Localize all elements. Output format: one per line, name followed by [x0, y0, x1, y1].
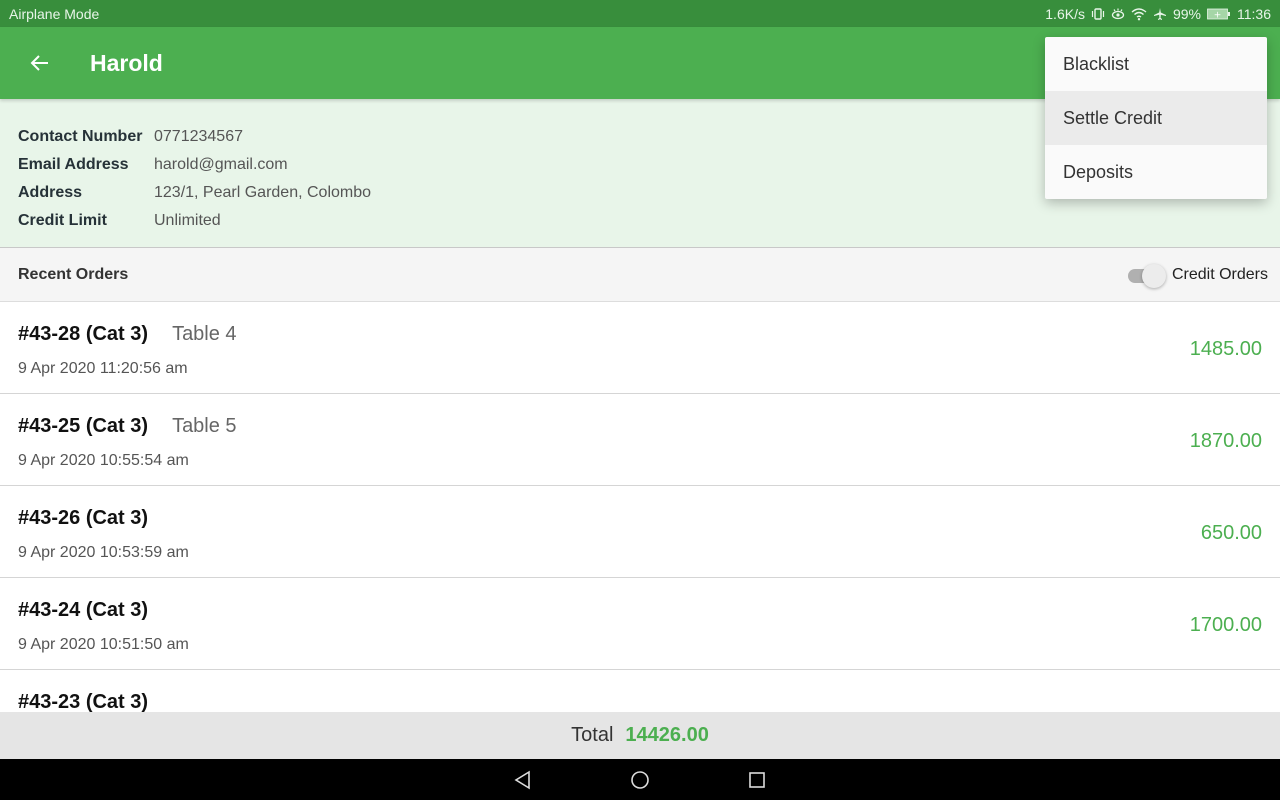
order-amount: 1485.00 [1189, 338, 1262, 360]
total-value: 14426.00 [625, 724, 709, 746]
order-amount: 650.00 [1200, 522, 1262, 544]
order-id: #43-28 (Cat 3) [18, 323, 149, 345]
menu-item-deposits[interactable]: Deposits [1045, 145, 1267, 199]
total-bar: Total 14426.00 [0, 712, 1280, 759]
menu-item-settle-credit[interactable]: Settle Credit [1045, 91, 1267, 145]
nav-home-button[interactable] [582, 759, 699, 800]
info-label: Email Address [18, 156, 129, 173]
list-item[interactable]: #43-25 (Cat 3) Table 5 9 Apr 2020 10:55:… [0, 394, 1280, 486]
vibrate-icon [1091, 7, 1105, 21]
info-label: Credit Limit [18, 212, 107, 229]
wifi-icon [1131, 7, 1147, 21]
orders-list[interactable]: #43-28 (Cat 3) Table 4 9 Apr 2020 11:20:… [0, 302, 1280, 712]
toggle-switch[interactable] [1127, 263, 1166, 288]
back-button[interactable] [0, 27, 80, 99]
home-circle-icon [631, 770, 649, 789]
credit-orders-toggle[interactable]: Credit Orders [1127, 263, 1268, 288]
status-bar: Airplane Mode 1.6K/s 99% + 11:36 [0, 0, 1280, 27]
list-item[interactable]: #43-23 (Cat 3) [0, 670, 1280, 712]
toggle-thumb [1141, 263, 1166, 288]
back-triangle-icon [514, 770, 530, 789]
list-item[interactable]: #43-24 (Cat 3) 9 Apr 2020 10:51:50 am 17… [0, 578, 1280, 670]
section-title: Recent Orders [18, 265, 129, 283]
order-id: #43-25 (Cat 3) [18, 415, 149, 437]
total-label: Total [571, 724, 614, 746]
toggle-label: Credit Orders [1171, 265, 1268, 283]
order-id: #43-26 (Cat 3) [18, 507, 149, 529]
info-label: Contact Number [18, 128, 143, 145]
order-id: #43-24 (Cat 3) [18, 599, 149, 621]
order-date: 9 Apr 2020 10:55:54 am [18, 452, 189, 469]
list-item[interactable]: #43-28 (Cat 3) Table 4 9 Apr 2020 11:20:… [0, 302, 1280, 394]
eye-comfort-icon [1111, 7, 1125, 21]
order-amount: 1870.00 [1189, 430, 1262, 452]
page-title: Harold [90, 49, 163, 76]
menu-item-blacklist[interactable]: Blacklist [1045, 37, 1267, 91]
airplane-mode-label: Airplane Mode [9, 5, 100, 22]
airplane-icon [1153, 7, 1167, 21]
nav-recents-button[interactable] [699, 759, 816, 800]
list-item[interactable]: #43-26 (Cat 3) 9 Apr 2020 10:53:59 am 65… [0, 486, 1280, 578]
email-value: harold@gmail.com [154, 156, 288, 173]
nav-back-button[interactable] [465, 759, 582, 800]
order-table: Table 4 [172, 323, 237, 345]
order-id: #43-23 (Cat 3) [18, 691, 149, 712]
system-nav-bar [0, 759, 1280, 800]
credit-limit-value: Unlimited [154, 212, 221, 229]
clock: 11:36 [1237, 5, 1271, 22]
order-date: 9 Apr 2020 11:20:56 am [18, 360, 188, 377]
battery-percent: 99% [1172, 5, 1201, 22]
order-amount: 1700.00 [1189, 614, 1262, 636]
arrow-left-icon [30, 55, 48, 71]
contact-number-value: 0771234567 [154, 128, 243, 145]
address-value: 123/1, Pearl Garden, Colombo [154, 184, 372, 201]
order-date: 9 Apr 2020 10:53:59 am [18, 544, 189, 561]
net-speed: 1.6K/s [1045, 5, 1085, 22]
overflow-menu: Blacklist Settle Credit Deposits [1045, 37, 1267, 199]
recents-square-icon [749, 771, 765, 788]
order-table: Table 5 [172, 415, 237, 437]
recent-orders-header: Recent Orders Credit Orders [0, 248, 1280, 302]
status-indicators: 1.6K/s 99% + 11:36 [1045, 6, 1271, 22]
info-row-credit-limit: Credit Limit Unlimited [0, 207, 1280, 235]
order-date: 9 Apr 2020 10:51:50 am [18, 636, 189, 653]
battery-icon: + [1207, 8, 1231, 20]
svg-text:+: + [1214, 10, 1222, 20]
info-label: Address [18, 184, 83, 201]
